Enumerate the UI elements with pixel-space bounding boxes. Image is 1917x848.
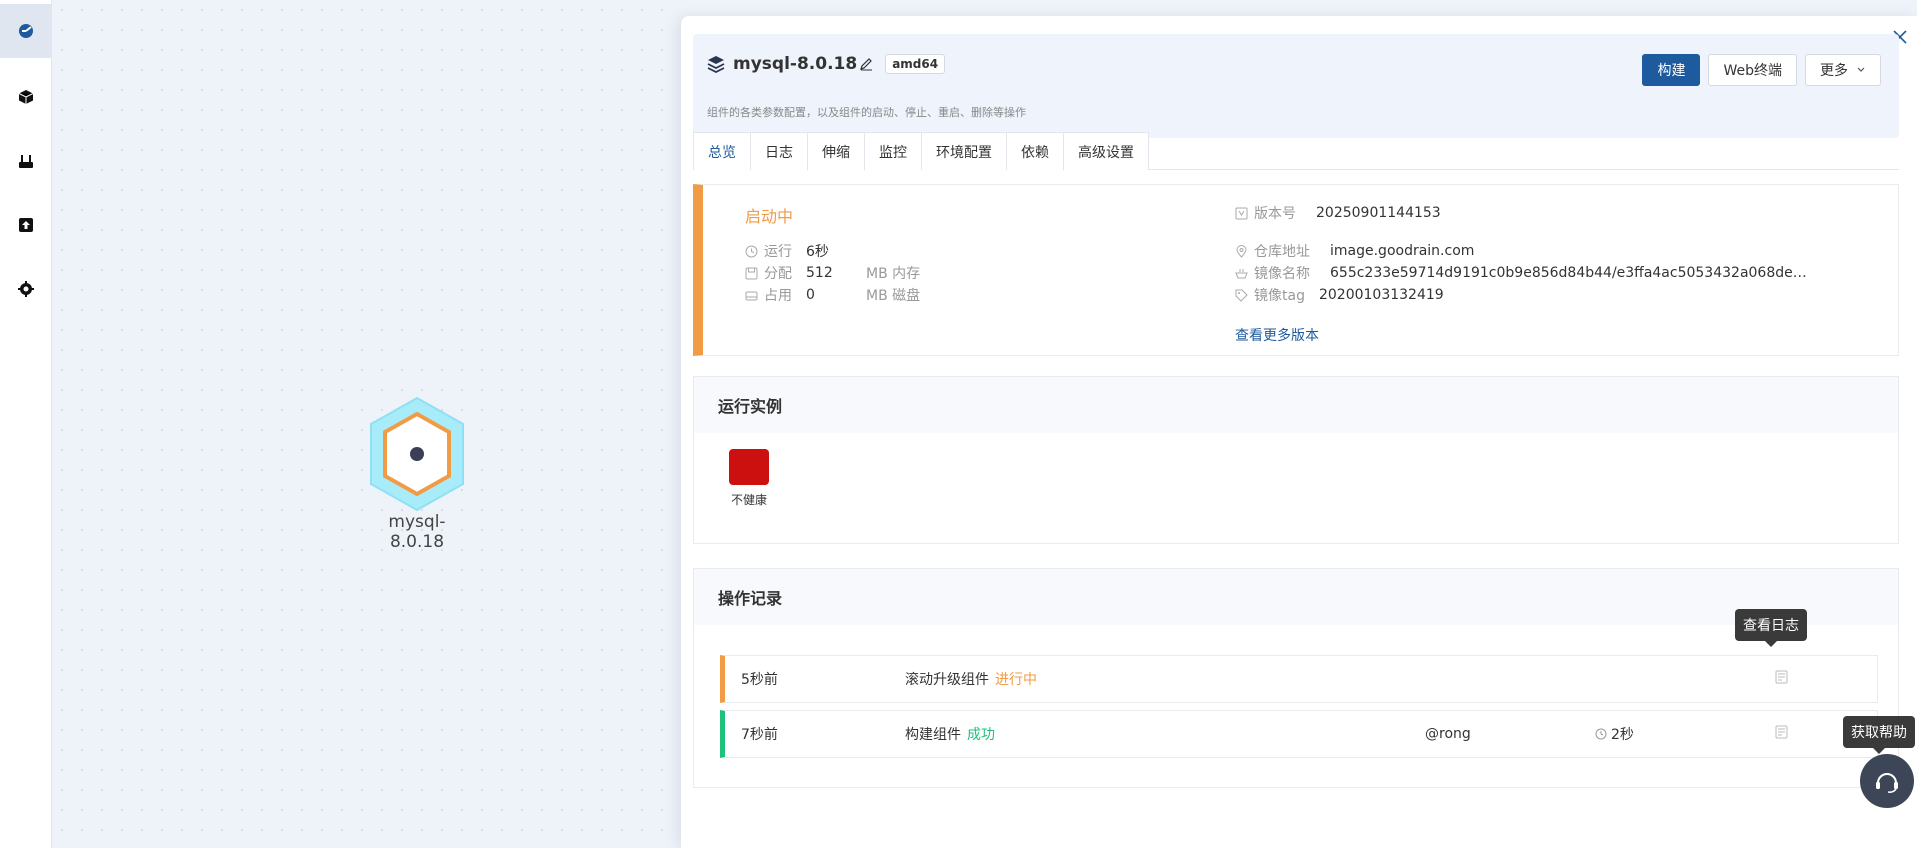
web-terminal-button[interactable]: Web终端 (1708, 54, 1797, 86)
location-icon (1236, 244, 1247, 258)
router-icon (19, 155, 33, 168)
nav-item-components[interactable] (0, 70, 52, 124)
tab-advanced[interactable]: 高级设置 (1063, 132, 1149, 170)
view-log-tooltip: 查看日志 (1735, 609, 1807, 647)
version-row: 版本号 20250901144153 (1235, 203, 1441, 223)
gear-icon (18, 281, 34, 297)
more-button-label: 更多 (1820, 63, 1848, 79)
instance-item[interactable]: 不健康 (724, 449, 774, 508)
help-button[interactable] (1860, 754, 1914, 808)
document-icon (1775, 670, 1788, 684)
oplog-duration: 2秒 (1595, 724, 1634, 744)
oplog-user: @rong (1425, 726, 1471, 742)
status-card: 启动中 运行 6秒 分配 512 MB 内存 占用 0 MB 磁盘 版本号 20… (693, 184, 1899, 356)
tab-scaling[interactable]: 伸缩 (807, 132, 865, 170)
memory-icon (745, 267, 758, 279)
headset-icon (1876, 773, 1898, 793)
instances-section: 运行实例 不健康 (693, 376, 1899, 544)
instance-status-label: 不健康 (730, 493, 767, 507)
repo-row: 仓库地址 image.goodrain.com (1235, 241, 1474, 261)
oplog-row: 7秒前 构建组件 成功 @rong 2秒 (720, 710, 1878, 758)
nav-item-publish[interactable] (0, 198, 52, 252)
component-header: mysql-8.0.18 amd64 组件的各类参数配置，以及组件的启动、停止、… (693, 34, 1899, 138)
component-node[interactable]: mysql-8.0.18 (362, 394, 472, 552)
oplog-section: 操作记录 5秒前 滚动升级组件 进行中 7秒前 构建组件 成功 @rong 2秒 (693, 568, 1899, 788)
cube-icon (18, 90, 34, 104)
tab-monitor[interactable]: 监控 (864, 132, 922, 170)
nav-item-settings[interactable] (0, 262, 52, 316)
hexagon-node-icon (370, 396, 464, 512)
cup-icon (1235, 268, 1248, 278)
version-icon (1235, 207, 1248, 219)
used-row: 占用 0 MB 磁盘 (745, 285, 920, 305)
upload-icon (19, 218, 33, 232)
alloc-row: 分配 512 MB 内存 (745, 263, 920, 283)
instances-title: 运行实例 (694, 377, 1898, 433)
node-label: mysql-8.0.18 (388, 512, 446, 552)
disk-icon (745, 291, 758, 300)
nav-item-gateway[interactable] (0, 134, 52, 188)
arch-badge: amd64 (885, 54, 946, 74)
component-drawer: mysql-8.0.18 amd64 组件的各类参数配置，以及组件的启动、停止、… (681, 16, 1917, 848)
build-button[interactable]: 构建 (1642, 54, 1701, 86)
image-tag-row: 镜像tag 20200103132419 (1235, 285, 1444, 305)
clock-icon (745, 245, 758, 257)
more-versions-link[interactable]: 查看更多版本 (1235, 325, 1319, 345)
image-name-row: 镜像名称 655c233e59714d9191c0b9e856d84b44/e3… (1235, 263, 1807, 283)
topology-canvas[interactable]: mysql-8.0.18 (52, 0, 681, 848)
layers-icon (707, 56, 725, 73)
tab-bar: 总览 日志 伸缩 监控 环境配置 依赖 高级设置 (693, 132, 1899, 170)
clock-icon (1595, 728, 1607, 740)
nav-item-dashboard[interactable] (0, 4, 52, 58)
tag-icon (1235, 289, 1248, 302)
run-time-row: 运行 6秒 (745, 241, 866, 261)
tab-logs[interactable]: 日志 (750, 132, 808, 170)
left-nav (0, 0, 52, 848)
oplog-row: 5秒前 滚动升级组件 进行中 (720, 655, 1878, 703)
instance-status-box (729, 449, 769, 485)
view-log-button[interactable] (1775, 725, 1788, 743)
component-subtitle: 组件的各类参数配置，以及组件的启动、停止、重启、删除等操作 (707, 106, 1026, 119)
component-title: mysql-8.0.18 (733, 54, 858, 74)
tab-dependency[interactable]: 依赖 (1006, 132, 1064, 170)
status-state: 启动中 (745, 207, 794, 226)
tab-overview[interactable]: 总览 (693, 132, 751, 170)
help-tooltip: 获取帮助 (1843, 716, 1915, 754)
view-log-button[interactable] (1775, 670, 1788, 688)
document-icon (1775, 725, 1788, 739)
dashboard-icon (19, 24, 33, 38)
chevron-down-icon (1857, 67, 1865, 72)
tab-env-config[interactable]: 环境配置 (921, 132, 1007, 170)
oplog-title: 操作记录 (694, 569, 1898, 625)
edit-icon[interactable] (859, 57, 873, 71)
more-button[interactable]: 更多 (1805, 54, 1881, 86)
